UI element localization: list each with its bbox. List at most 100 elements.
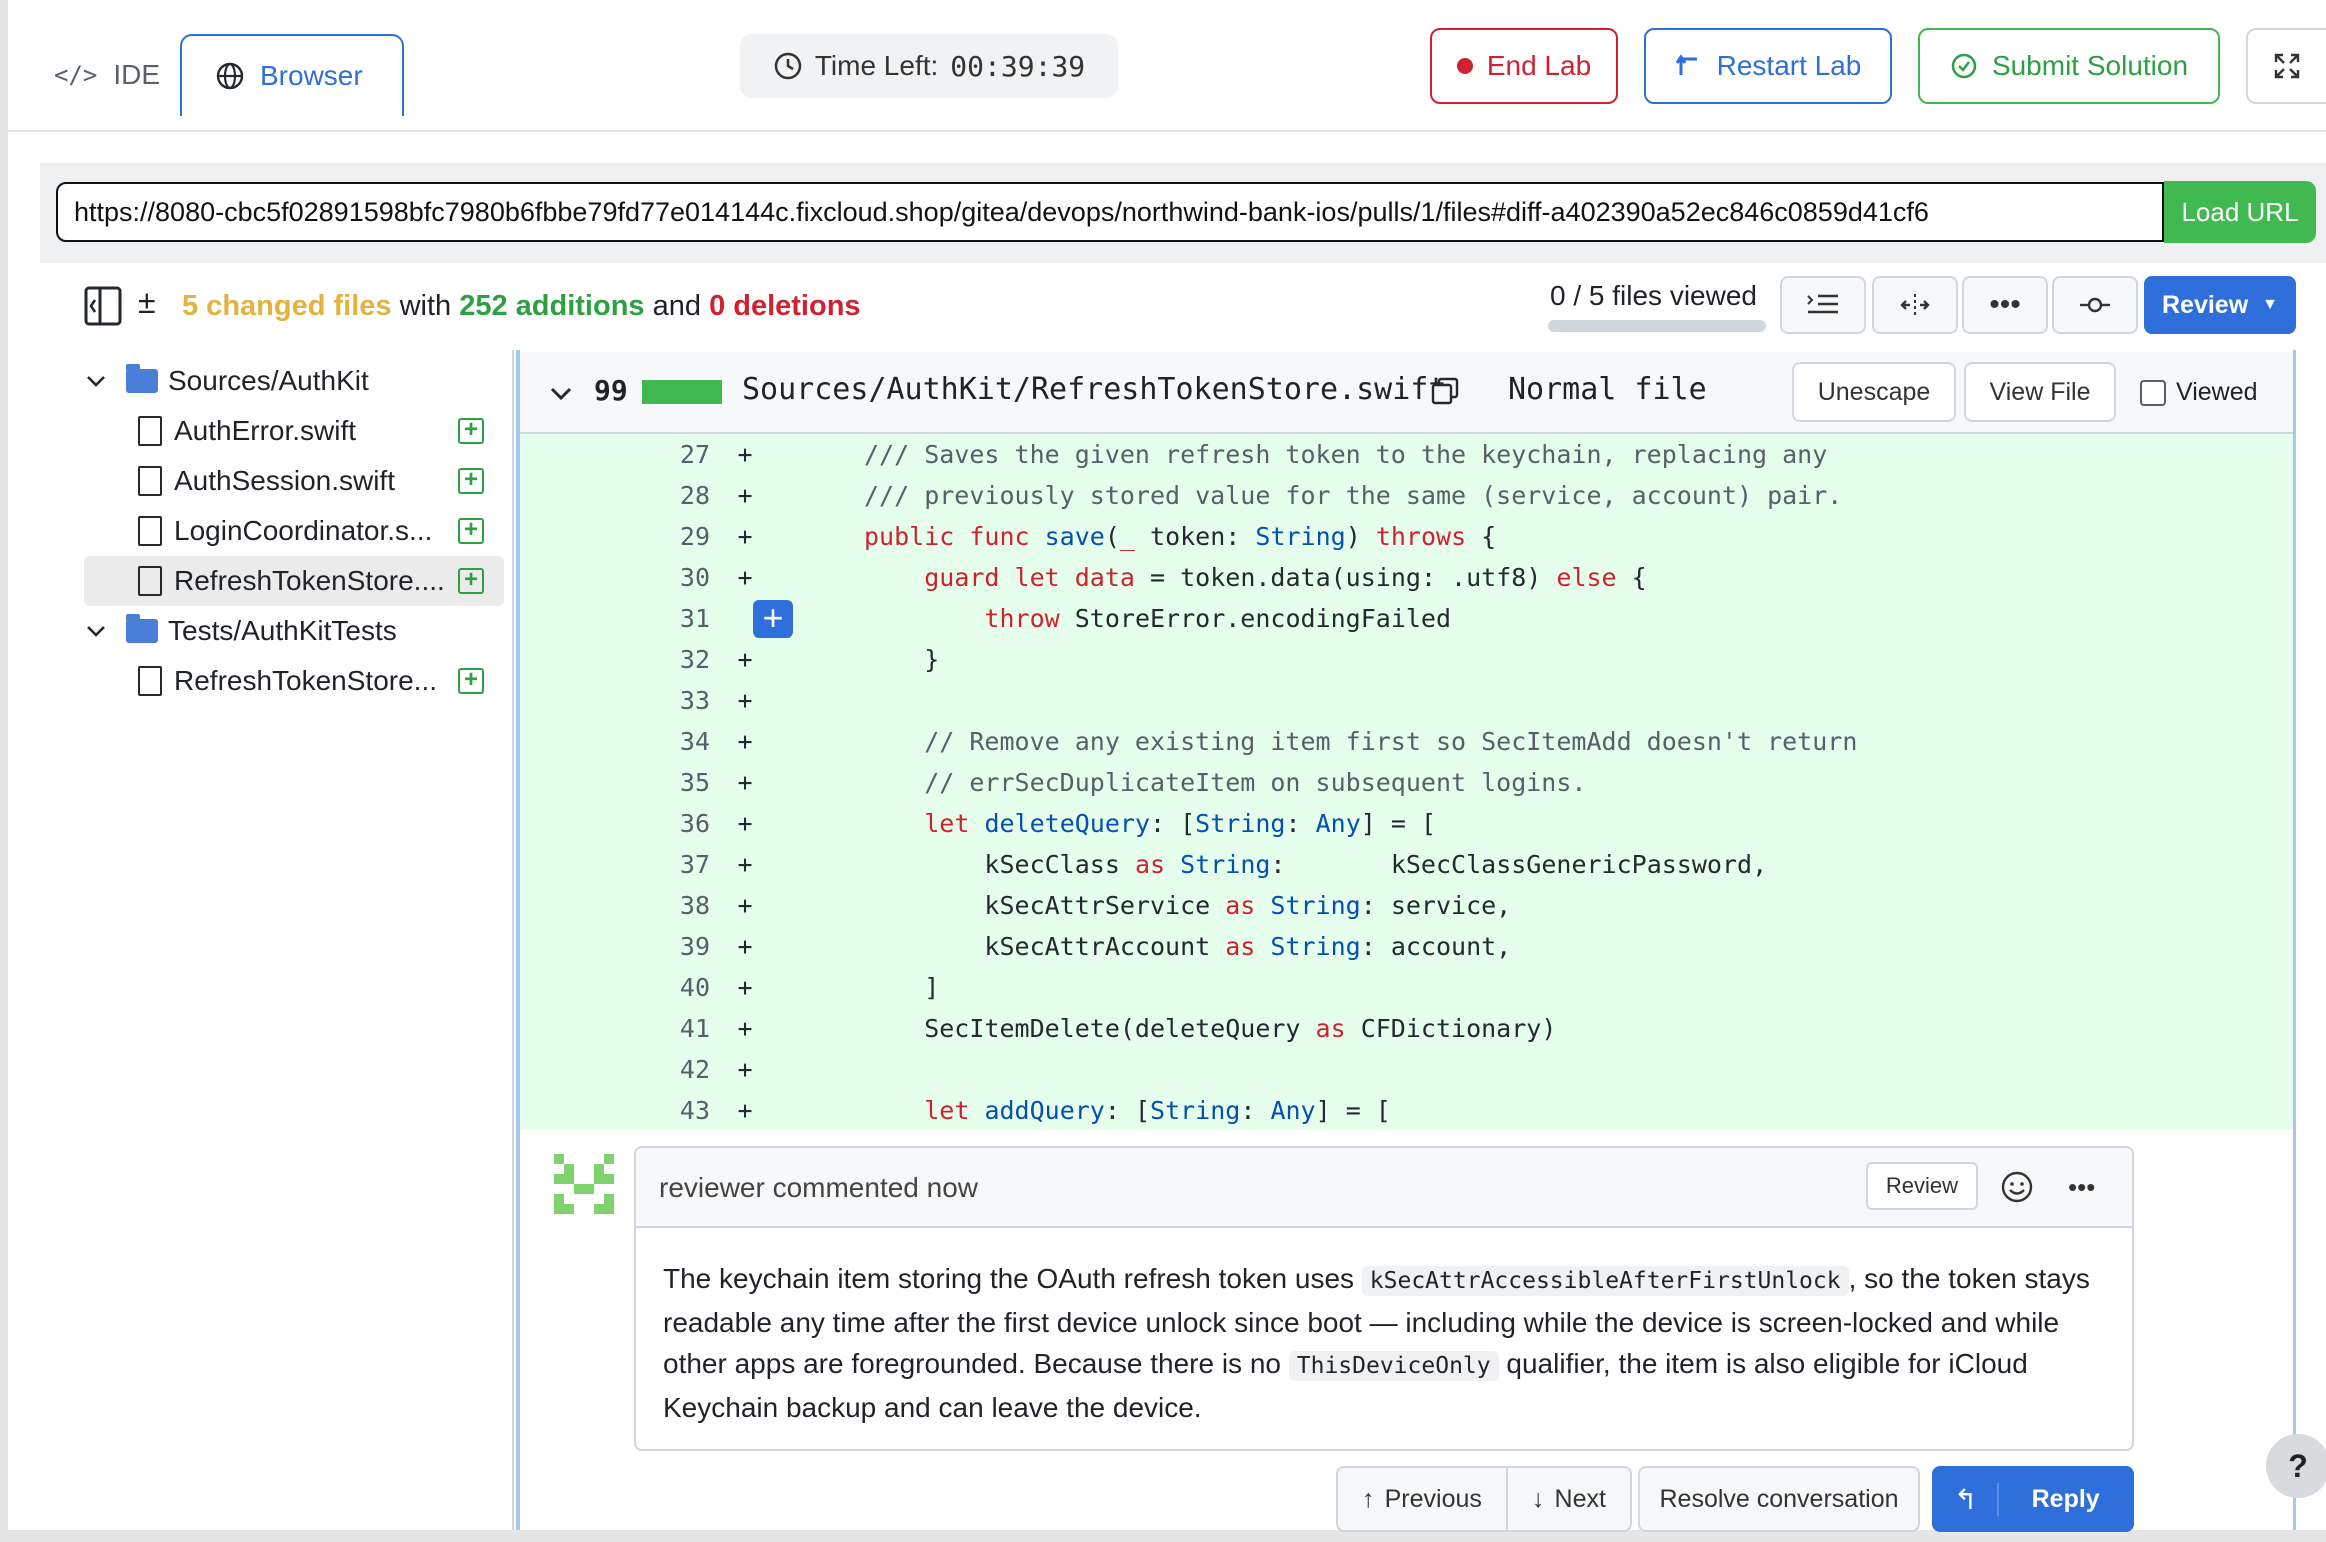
diff-sign: + [737, 973, 753, 1002]
diff-sign: + [737, 727, 753, 756]
ellipsis-icon: ••• [1989, 288, 2021, 321]
arrow-down-icon: ↓ [1532, 1484, 1545, 1513]
diff-code-area: 27 + /// Saves the given refresh token to … [520, 434, 2293, 1130]
diff-code-line: 27 + /// Saves the given refresh token to … [520, 434, 2293, 475]
diff-sign: + [737, 522, 753, 551]
line-number[interactable]: 34 [520, 727, 710, 756]
line-number[interactable]: 35 [520, 768, 710, 797]
undo-arrow-icon [1675, 54, 1697, 75]
diff-code-line: 37 + kSecClass as String: kSecClassGeneri… [520, 844, 2293, 885]
diff-code-line: 41 + SecItemDelete(deleteQuery as CFDicti… [520, 1008, 2293, 1049]
tree-file[interactable]: RefreshTokenStore... + [84, 656, 504, 706]
code-icon: </> [54, 61, 98, 89]
file-tree: Sources/AuthKit AuthError.swift + AuthSe… [84, 356, 504, 706]
time-left-label: Time Left: [814, 50, 939, 81]
chevron-down-icon [87, 376, 105, 387]
help-button[interactable]: ? [2266, 1434, 2326, 1498]
line-number[interactable]: 40 [520, 973, 710, 1002]
diff-sign: + [737, 768, 753, 797]
add-comment-button[interactable]: + [753, 600, 793, 638]
line-number[interactable]: 42 [520, 1055, 710, 1084]
viewed-checkbox[interactable]: Viewed [2140, 378, 2258, 407]
diff-code-line: 32 + } [520, 639, 2293, 680]
comment-review-badge[interactable]: Review [1866, 1162, 1978, 1210]
diff-code-line: 42 + [520, 1049, 2293, 1090]
line-number[interactable]: 28 [520, 481, 710, 510]
comment-more-icon[interactable]: ••• [2068, 1172, 2095, 1203]
arrow-up-icon: ↑ [1362, 1484, 1375, 1513]
file-added-icon: + [458, 518, 484, 544]
fullscreen-button[interactable] [2246, 28, 2326, 104]
split-view-button[interactable] [1872, 276, 1958, 334]
caret-down-icon: ▼ [2262, 296, 2278, 313]
end-lab-button[interactable]: End Lab [1430, 28, 1618, 104]
line-number[interactable]: 43 [520, 1096, 710, 1125]
tree-file-selected[interactable]: RefreshTokenStore.... + [84, 556, 504, 606]
copy-icon[interactable] [1430, 376, 1460, 406]
previous-comment-button[interactable]: ↑ Previous [1336, 1466, 1508, 1532]
reply-button[interactable]: ↰ Reply [1932, 1466, 2134, 1532]
tree-folder-tests-authkittests[interactable]: Tests/AuthKitTests [84, 606, 504, 656]
files-viewed-count: 0 / 5 files viewed [1550, 280, 1757, 311]
more-options-button[interactable]: ••• [1962, 276, 2048, 334]
line-number[interactable]: 33 [520, 686, 710, 715]
file-added-icon: + [458, 668, 484, 694]
time-left-badge: Time Left: 00:39:39 [740, 34, 1118, 98]
diff-sign: + [737, 563, 753, 592]
review-dropdown-button[interactable]: Review ▼ [2144, 276, 2296, 334]
line-number[interactable]: 39 [520, 932, 710, 961]
load-url-button[interactable]: Load URL [2164, 181, 2316, 243]
globe-icon [216, 62, 244, 90]
tab-browser[interactable]: Browser [180, 34, 404, 116]
diff-file-path[interactable]: Sources/AuthKit/RefreshTokenStore.swift [742, 372, 1446, 407]
resolve-conversation-button[interactable]: Resolve conversation [1638, 1466, 1920, 1532]
time-left-value: 00:39:39 [950, 49, 1086, 83]
code-text: // errSecDuplicateItem on subsequent log… [864, 768, 1587, 797]
tree-file[interactable]: AuthSession.swift + [84, 456, 504, 506]
line-number[interactable]: 30 [520, 563, 710, 592]
code-text: // Remove any existing item first so Sec… [864, 727, 1858, 756]
diff-code-line: 29 + public func save(_ token: String) thr… [520, 516, 2293, 557]
file-added-icon: + [458, 468, 484, 494]
diff-sign: + [737, 850, 753, 879]
tree-folder-sources-authkit[interactable]: Sources/AuthKit [84, 356, 504, 406]
code-text: let addQuery: [String: Any] = [ [924, 1096, 1391, 1125]
diff-sign: + [737, 1014, 753, 1043]
tree-file[interactable]: AuthError.swift + [84, 406, 504, 456]
line-number[interactable]: 37 [520, 850, 710, 879]
commits-button[interactable] [2052, 276, 2138, 334]
line-number[interactable]: 41 [520, 1014, 710, 1043]
code-text: kSecAttrAccount as String: account, [864, 932, 1512, 961]
commit-icon [2080, 297, 2110, 313]
line-number[interactable]: 31 [520, 604, 710, 633]
smiley-icon[interactable] [2000, 1170, 2034, 1204]
code-text: /// previously stored value for the same… [864, 481, 1843, 510]
tab-ide[interactable]: </> IDE [28, 36, 178, 114]
toggle-sidebar-icon[interactable] [84, 286, 122, 331]
unescape-button[interactable]: Unescape [1792, 362, 1956, 422]
restart-lab-button[interactable]: Restart Lab [1644, 28, 1892, 104]
diff-sign: + [737, 1055, 753, 1084]
next-comment-button[interactable]: ↓ Next [1506, 1466, 1632, 1532]
code-text: let deleteQuery: [String: Any] = [ [924, 809, 1437, 838]
url-input[interactable]: https://8080-cbc5f02891598bfc7980b6fbbe7… [56, 182, 2164, 242]
avatar [554, 1154, 614, 1214]
diff-summary: 5 changed files with 252 additions and 0… [182, 290, 861, 322]
file-icon [138, 666, 162, 696]
chevron-down-icon[interactable] [548, 380, 574, 406]
changed-files-link[interactable]: 5 changed files [182, 290, 392, 322]
line-number[interactable]: 32 [520, 645, 710, 674]
view-file-button[interactable]: View File [1964, 362, 2116, 422]
file-icon [138, 566, 162, 596]
diff-stat-bar [642, 380, 722, 404]
line-number[interactable]: 27 [520, 440, 710, 469]
tree-file[interactable]: LoginCoordinator.s... + [84, 506, 504, 556]
line-number[interactable]: 38 [520, 891, 710, 920]
diff-options-button[interactable] [1780, 276, 1866, 334]
line-number[interactable]: 29 [520, 522, 710, 551]
code-text: /// Saves the given refresh token to the… [864, 440, 1828, 469]
submit-solution-button[interactable]: Submit Solution [1918, 28, 2220, 104]
diff-sign: + [737, 686, 753, 715]
code-text: } [864, 645, 940, 674]
line-number[interactable]: 36 [520, 809, 710, 838]
